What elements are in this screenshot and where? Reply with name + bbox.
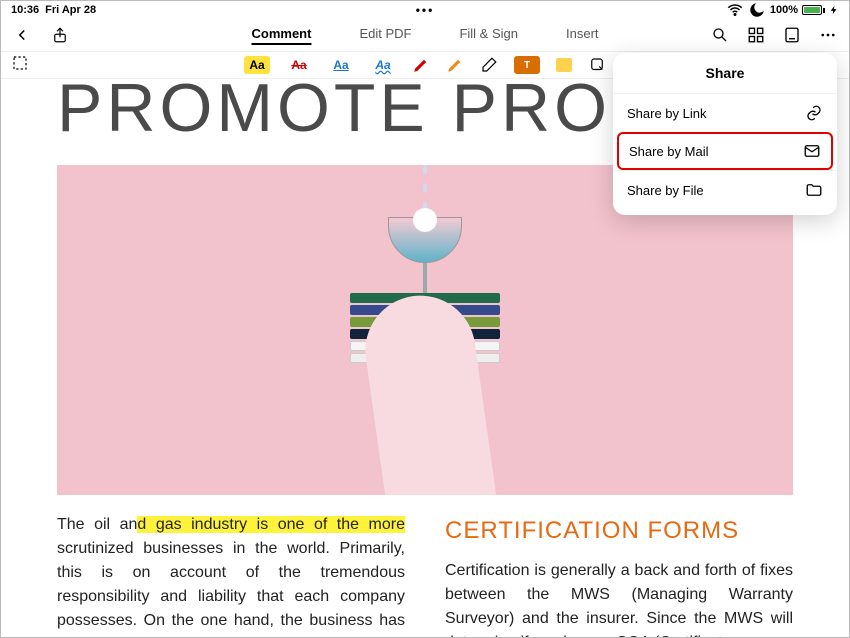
main-tabs: Comment Edit PDF Fill & Sign Insert	[251, 26, 598, 45]
col2-title: CERTIFICATION FORMS	[445, 513, 793, 549]
pen-red-icon[interactable]	[412, 56, 430, 74]
tab-insert[interactable]: Insert	[566, 26, 599, 45]
search-icon[interactable]	[711, 26, 729, 44]
file-icon	[805, 181, 823, 199]
share-panel: Share Share by Link Share by Mail Share …	[613, 53, 837, 215]
strikethrough-tool[interactable]: Aa	[286, 56, 312, 74]
tab-comment[interactable]: Comment	[251, 26, 311, 45]
share-by-file[interactable]: Share by File	[613, 170, 837, 209]
col2-body: Certification is generally a back and fo…	[445, 559, 793, 637]
top-nav: Comment Edit PDF Fill & Sign Insert	[1, 19, 849, 51]
share-by-mail-label: Share by Mail	[629, 144, 708, 159]
link-icon	[805, 104, 823, 122]
back-icon[interactable]	[13, 26, 31, 44]
col1-pre: The oil an	[57, 516, 137, 533]
share-panel-title: Share	[613, 53, 837, 93]
page-view-icon[interactable]	[783, 26, 801, 44]
charging-icon	[829, 1, 839, 19]
textbox-tool[interactable]: T	[514, 56, 540, 74]
status-time: 10:36	[11, 4, 39, 16]
status-left: 10:36 Fri Apr 28	[11, 4, 96, 16]
wifi-icon	[726, 1, 744, 19]
squiggly-tool[interactable]: Aa	[370, 56, 396, 74]
share-by-link[interactable]: Share by Link	[613, 93, 837, 132]
stamp-tool-icon[interactable]	[588, 56, 606, 74]
share-by-mail[interactable]: Share by Mail	[617, 132, 833, 170]
status-right: 100%	[726, 1, 839, 19]
selection-tool-icon[interactable]	[11, 54, 29, 72]
column-left: The oil and gas industry is one of the m…	[57, 513, 405, 637]
more-icon[interactable]	[819, 26, 837, 44]
pen-orange-icon[interactable]	[446, 56, 464, 74]
highlight-tool[interactable]: Aa	[244, 56, 270, 74]
status-handle: •••	[416, 3, 435, 17]
mail-icon	[803, 142, 821, 160]
eraser-icon[interactable]	[480, 56, 498, 74]
sticky-note-tool[interactable]	[556, 58, 572, 72]
col1-rest: scrutinized businesses in the world. Pri…	[57, 540, 405, 637]
column-right: CERTIFICATION FORMS Certification is gen…	[445, 513, 793, 637]
tab-edit-pdf[interactable]: Edit PDF	[359, 26, 411, 45]
battery-icon	[802, 5, 825, 15]
col1-highlight: d gas industry is one of the more	[137, 516, 405, 533]
share-system-icon[interactable]	[51, 26, 69, 44]
tab-fill-sign[interactable]: Fill & Sign	[459, 26, 518, 45]
status-bar: 10:36 Fri Apr 28 ••• 100%	[1, 1, 849, 19]
underline-tool[interactable]: Aa	[328, 56, 354, 74]
thumbnails-icon[interactable]	[747, 26, 765, 44]
status-date: Fri Apr 28	[45, 4, 96, 16]
share-by-link-label: Share by Link	[627, 106, 707, 121]
moon-icon	[748, 1, 766, 19]
text-columns: The oil and gas industry is one of the m…	[1, 495, 849, 637]
share-by-file-label: Share by File	[627, 183, 704, 198]
battery-percent: 100%	[770, 4, 798, 16]
